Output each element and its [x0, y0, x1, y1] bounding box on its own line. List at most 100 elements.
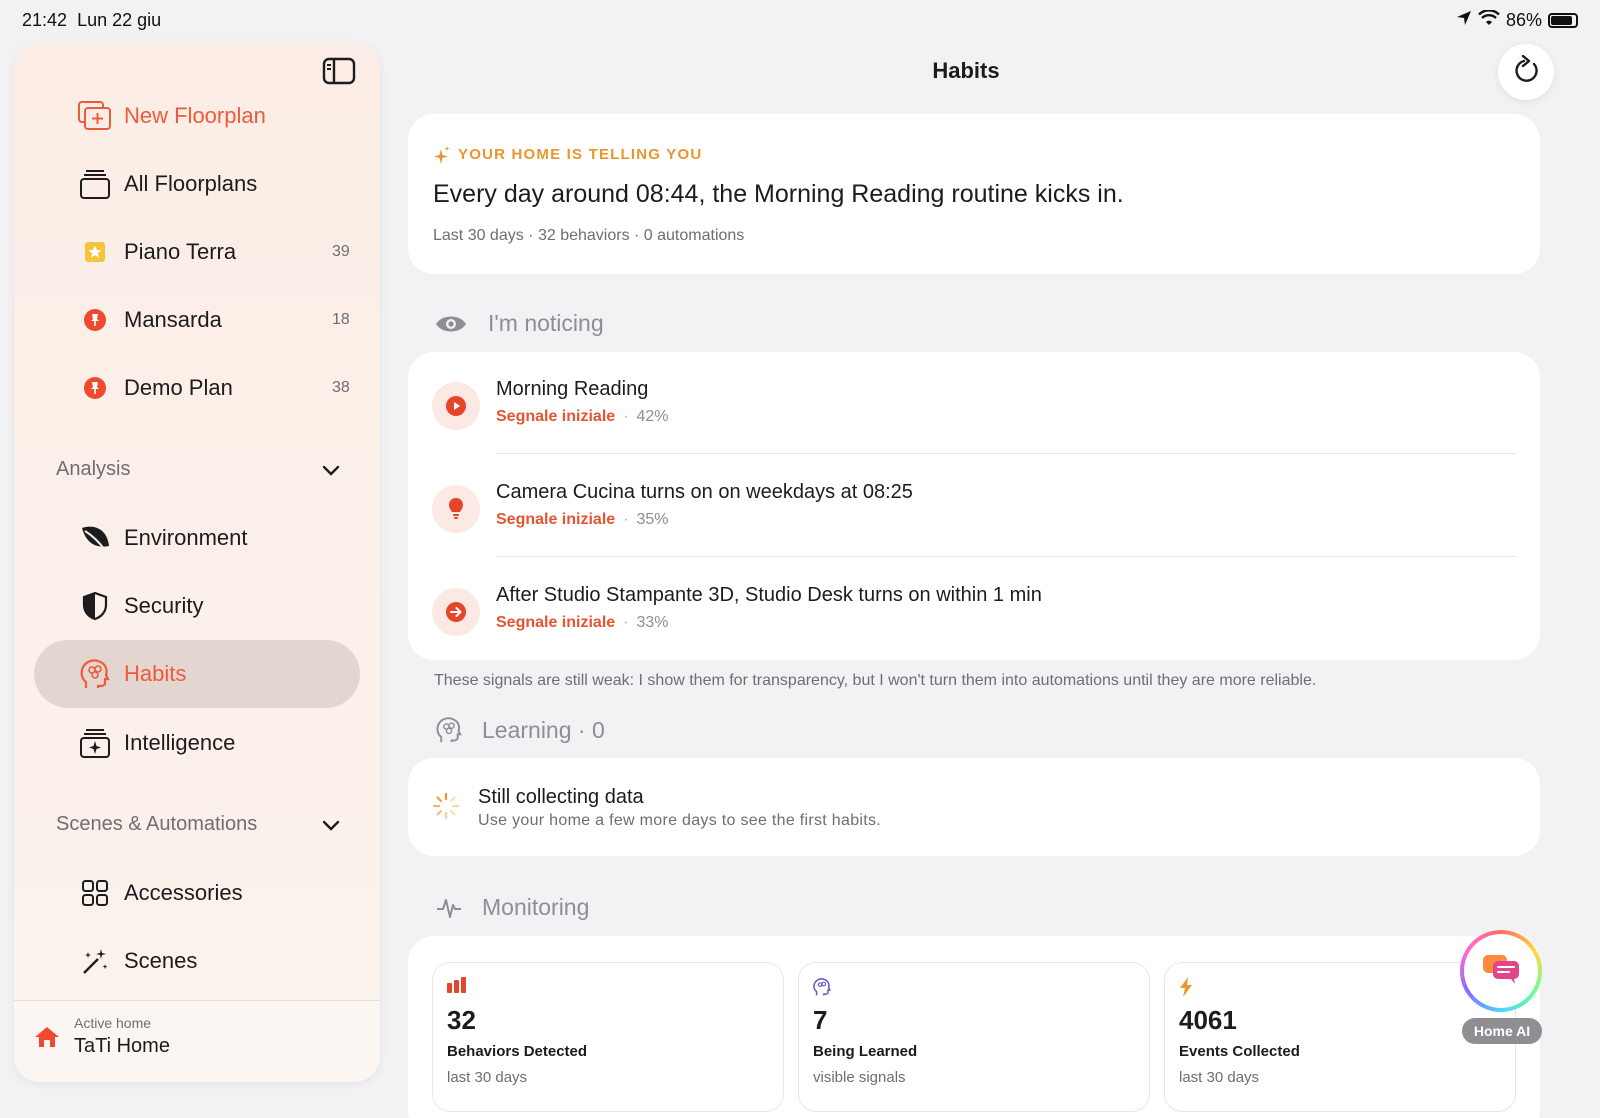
habit-title: Camera Cucina turns on on weekdays at 08…: [496, 481, 913, 503]
stat-sub: last 30 days: [447, 1069, 528, 1086]
loading-spinner-icon: [432, 792, 460, 825]
stat-value: 7: [813, 1005, 828, 1035]
learning-card: Still collecting data Use your home a fe…: [408, 758, 1540, 856]
section-label: Scenes & Automations: [56, 813, 258, 835]
status-time: 21:42 Lun 22 giu: [22, 10, 162, 30]
section-title: Learning · 0: [482, 716, 605, 743]
sidebar-item-security[interactable]: Security: [78, 584, 203, 628]
chat-bubbles-icon: [1481, 953, 1521, 990]
section-label: Analysis: [56, 458, 131, 480]
brain-head-icon: [78, 657, 112, 691]
sidebar-item-label: Environment: [124, 525, 248, 550]
sidebar-item-new-floorplan[interactable]: New Floorplan: [78, 94, 266, 138]
learning-card-title: Still collecting data: [478, 786, 644, 808]
monitoring-card: 32 Behaviors Detected last 30 days 7 Bei…: [408, 936, 1540, 1118]
sidebar-item-all-floorplans[interactable]: All Floorplans: [78, 162, 257, 206]
sparkle-stack-icon: [78, 726, 112, 760]
stat-sub: last 30 days: [1179, 1069, 1260, 1086]
sidebar-item-label: Piano Terra: [124, 239, 237, 264]
list-item[interactable]: After Studio Stampante 3D, Studio Desk t…: [432, 558, 1516, 658]
divider: [496, 453, 1516, 454]
home-ai-button[interactable]: [1460, 930, 1542, 1012]
page-title: Habits: [932, 58, 1000, 83]
hero-kicker: YOUR HOME IS TELLING YOU: [458, 146, 703, 163]
sidebar-item-label: Intelligence: [124, 730, 236, 755]
active-home-footer[interactable]: Active home TaTi Home: [14, 1000, 380, 1082]
lightbulb-icon: [432, 485, 480, 533]
sidebar-item-piano-terra[interactable]: Piano Terra 39: [78, 230, 350, 274]
sidebar-toggle-icon[interactable]: [322, 57, 356, 85]
sidebar-item-label: All Floorplans: [124, 171, 258, 196]
sidebar-item-demo-plan[interactable]: Demo Plan 38: [78, 366, 350, 410]
add-floorplan-icon: [78, 99, 112, 133]
play-icon: [432, 382, 480, 430]
list-item[interactable]: Morning Reading Segnale iniziale · 42%: [432, 352, 1516, 452]
arrow-right-icon: [432, 588, 480, 636]
chevron-down-icon: [322, 460, 340, 483]
home-icon: [34, 1025, 60, 1054]
sidebar-item-label: Accessories: [124, 880, 243, 905]
section-noticing: I'm noticing: [434, 310, 604, 337]
hero-headline: Every day around 08:44, the Morning Read…: [433, 180, 1124, 208]
brain-head-icon: [436, 716, 462, 744]
habit-title: Morning Reading: [496, 378, 649, 400]
confidence-tag: Segnale iniziale: [496, 511, 616, 528]
shield-icon: [78, 589, 112, 623]
bar-chart-icon: [447, 977, 469, 998]
sidebar-item-label: Habits: [124, 661, 187, 686]
confidence-percent: 33%: [636, 614, 669, 631]
learning-card-subtitle: Use your home a few more days to see the…: [478, 812, 882, 829]
grid-icon: [78, 876, 112, 910]
noticing-card: Morning Reading Segnale iniziale · 42% Cam…: [408, 352, 1540, 660]
eye-icon: [434, 313, 468, 335]
sidebar-item-intelligence[interactable]: Intelligence: [78, 721, 235, 765]
habit-title: After Studio Stampante 3D, Studio Desk t…: [496, 584, 1042, 606]
active-home-label: Active home: [74, 1015, 152, 1031]
sparkles-icon: [432, 145, 450, 170]
star-icon: [78, 235, 112, 269]
confidence-tag: Segnale iniziale: [496, 614, 616, 631]
refresh-icon: [1512, 54, 1540, 90]
list-item[interactable]: Camera Cucina turns on on weekdays at 08…: [432, 455, 1516, 555]
wifi-icon: [1478, 9, 1500, 31]
active-home-name: TaTi Home: [74, 1035, 170, 1057]
sidebar-item-accessories[interactable]: Accessories: [78, 871, 243, 915]
habit-subtitle: Segnale iniziale · 42%: [496, 408, 669, 425]
home-ai-label: Home AI: [1462, 1018, 1542, 1044]
stat-tile-learning: 7 Being Learned visible signals: [798, 962, 1150, 1112]
sidebar-item-mansarda[interactable]: Mansarda 18: [78, 298, 350, 342]
section-analysis[interactable]: Analysis: [56, 458, 340, 481]
stat-value: 4061: [1179, 1005, 1237, 1035]
floorplan-count: 18: [332, 311, 350, 328]
magic-wand-icon: [78, 944, 112, 978]
section-monitoring: Monitoring: [436, 894, 589, 921]
brain-head-icon: [813, 977, 832, 1002]
battery-percent: 86%: [1505, 10, 1542, 30]
stat-label: Events Collected: [1179, 1043, 1300, 1060]
pulse-icon: [436, 896, 462, 920]
sidebar-item-label: Scenes: [124, 948, 198, 973]
section-title: Monitoring: [482, 894, 590, 920]
confidence-percent: 35%: [636, 511, 669, 528]
stat-value: 32: [447, 1005, 476, 1035]
sidebar-item-label: Demo Plan: [124, 375, 233, 400]
sidebar-item-label: New Floorplan: [124, 103, 266, 128]
habit-subtitle: Segnale iniziale · 35%: [496, 511, 669, 528]
section-scenes-automations[interactable]: Scenes & Automations: [56, 813, 340, 836]
sidebar-item-scenes[interactable]: Scenes: [78, 939, 197, 983]
location-icon: [1456, 10, 1472, 31]
sidebar-item-environment[interactable]: Environment: [78, 516, 248, 560]
floorplan-count: 38: [332, 379, 350, 396]
status-right: 86%: [1456, 9, 1578, 31]
stat-label: Behaviors Detected: [447, 1043, 588, 1060]
sidebar-item-label: Security: [124, 593, 204, 618]
chevron-down-icon: [322, 815, 340, 838]
pin-icon: [78, 303, 112, 337]
section-title: I'm noticing: [488, 310, 604, 336]
refresh-button[interactable]: [1498, 44, 1554, 100]
sidebar-item-habits[interactable]: Habits: [78, 652, 186, 696]
stack-icon: [78, 167, 112, 201]
sidebar: New Floorplan All Floorplans Piano Terra…: [14, 42, 380, 1082]
floorplan-count: 39: [332, 243, 350, 260]
stat-sub: visible signals: [813, 1069, 906, 1086]
